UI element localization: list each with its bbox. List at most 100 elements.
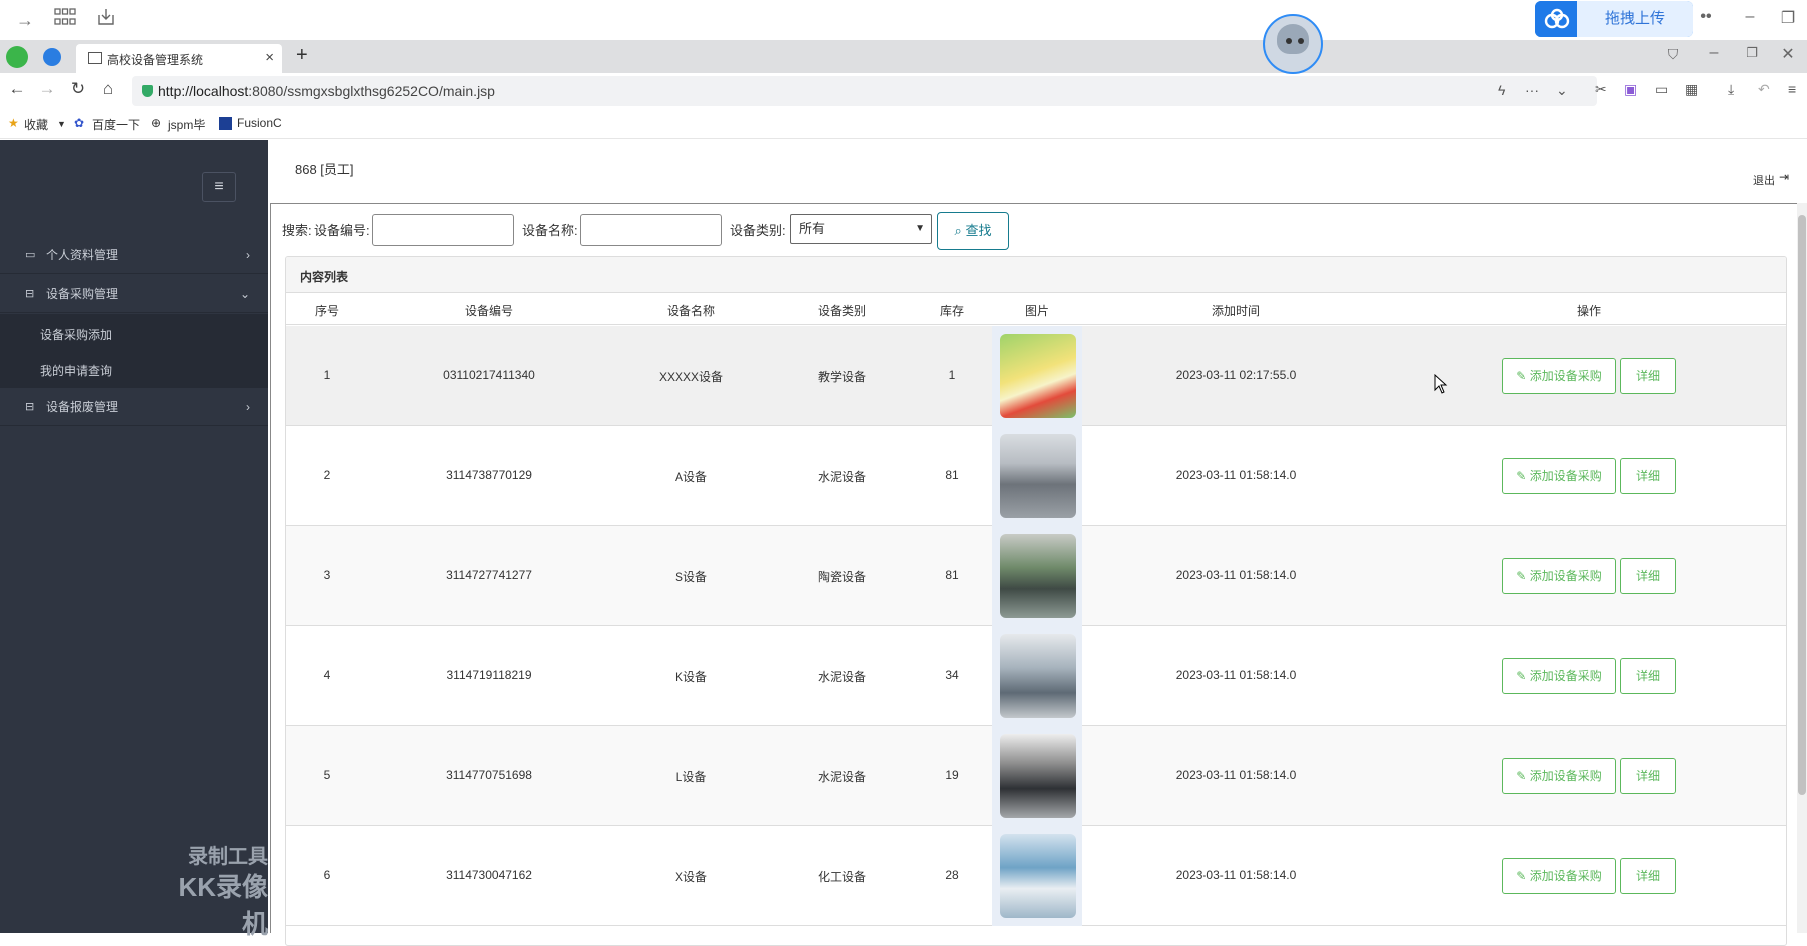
add-purchase-button[interactable]: ✎ 添加设备采购	[1502, 658, 1616, 694]
cell-stock: 19	[945, 768, 959, 782]
secure-shield-icon	[142, 85, 153, 97]
bookmark-baidu[interactable]: 百度一下	[92, 116, 140, 133]
minimize-icon[interactable]: –	[1738, 8, 1762, 26]
device-thumbnail[interactable]	[1000, 734, 1076, 818]
logout-link[interactable]: 退出	[1753, 172, 1775, 188]
cell-name: X设备	[674, 870, 708, 884]
chevron-right-icon: ›	[246, 400, 250, 414]
reader-icon[interactable]: ▭	[1655, 81, 1668, 98]
back-icon[interactable]: ←	[6, 79, 28, 99]
more-icon[interactable]: ···	[1525, 82, 1539, 98]
detail-button[interactable]: 详细	[1620, 658, 1676, 694]
detail-button[interactable]: 详细	[1620, 758, 1676, 794]
caret-down-icon[interactable]: ▼	[57, 119, 66, 129]
translate-icon[interactable]: ▣	[1624, 81, 1637, 98]
cell-image	[992, 426, 1082, 526]
th-time: 添加时间	[1211, 304, 1261, 318]
restore-icon[interactable]: ❐	[1776, 8, 1800, 28]
tab-close-icon[interactable]: ×	[265, 49, 274, 66]
scissors-icon[interactable]: ✂	[1595, 81, 1607, 98]
reload-icon[interactable]: ↻	[67, 79, 89, 99]
device-thumbnail[interactable]	[1000, 834, 1076, 918]
bookmarks-bar: ★ 收藏 ▼ ✿ 百度一下 ⊕ jspm毕 FusionC	[0, 109, 1807, 139]
vertical-scrollbar[interactable]	[1797, 203, 1807, 933]
download-box-icon[interactable]	[93, 8, 119, 32]
recorder-watermark: 录制工具 KK录像机	[155, 840, 268, 941]
th-name: 设备名称	[666, 304, 716, 318]
avatar-eye	[1298, 38, 1304, 44]
browser-logo-icon[interactable]	[6, 46, 28, 68]
edit-icon: ✎	[1516, 569, 1530, 583]
add-purchase-button[interactable]: ✎ 添加设备采购	[1502, 358, 1616, 394]
bookmark-jspm[interactable]: jspm毕	[168, 116, 205, 133]
device-thumbnail[interactable]	[1000, 434, 1076, 518]
table-header: 序号 设备编号 设备名称 设备类别 库存 图片 添加时间 操作	[286, 293, 1786, 325]
scrollbar-thumb[interactable]	[1798, 215, 1806, 795]
chevron-down-icon[interactable]: ⌄	[1556, 82, 1568, 99]
add-purchase-button[interactable]: ✎ 添加设备采购	[1502, 558, 1616, 594]
send-icon[interactable]	[43, 48, 61, 66]
undo-icon[interactable]: ↶	[1758, 81, 1770, 98]
cell-type: 水泥设备	[817, 670, 867, 684]
tab-minimize-icon[interactable]: –	[1702, 44, 1726, 62]
home-icon[interactable]: ⌂	[97, 79, 119, 99]
search-button[interactable]: ⌕ 查找	[937, 212, 1009, 250]
sidebar-item-label: 设备报废管理	[46, 400, 119, 414]
device-code-input[interactable]	[372, 214, 514, 246]
drag-upload-button[interactable]: 拖拽上传	[1535, 1, 1693, 37]
table-row: 3 3114727741277 S设备 陶瓷设备 81 2023-03-11 01:58:…	[286, 526, 1786, 626]
download-icon[interactable]: ⤓	[1728, 81, 1734, 98]
device-name-input[interactable]	[580, 214, 722, 246]
apps-grid-icon[interactable]	[52, 8, 78, 32]
cell-index: 6	[323, 868, 331, 882]
bookmark-favorites[interactable]: 收藏	[24, 116, 48, 133]
device-type-select[interactable]: 所有 ▼	[790, 214, 932, 244]
tab-restore-icon[interactable]: ❐	[1740, 45, 1764, 61]
detail-button[interactable]: 详细	[1620, 458, 1676, 494]
cell-time: 2023-03-11 01:58:14.0	[1175, 768, 1297, 782]
floating-avatar[interactable]	[1263, 14, 1323, 74]
name-label: 设备名称:	[522, 223, 578, 238]
cell-code: 3114738770129	[446, 468, 532, 482]
sidebar-item-scrap[interactable]: ⊟ 设备报废管理 ›	[0, 388, 268, 426]
url-field[interactable]: http://localhost:8080/ssmgxsbglxthsg6252…	[132, 76, 1597, 106]
cell-time: 2023-03-11 01:58:14.0	[1175, 568, 1297, 582]
cell-stock: 1	[948, 368, 956, 382]
sidebar-item-purchase-add[interactable]: 设备采购添加	[40, 326, 112, 343]
menu-icon[interactable]: ≡	[1788, 81, 1796, 97]
device-thumbnail[interactable]	[1000, 334, 1076, 418]
tab-active[interactable]: 高校设备管理系统 ×	[76, 44, 282, 73]
forward-arrow-icon[interactable]: →	[12, 8, 38, 32]
edit-icon: ✎	[1516, 769, 1530, 783]
bookmark-fusion[interactable]: FusionC	[237, 116, 282, 130]
search-prefix-label: 搜索:	[282, 223, 312, 238]
forward-icon[interactable]: →	[36, 79, 58, 99]
inbox-icon: ⊟	[25, 288, 35, 300]
device-thumbnail[interactable]	[1000, 634, 1076, 718]
new-tab-icon[interactable]: +	[296, 44, 308, 67]
main-content: 868 [员工] 退出 ⇥ 搜索: 设备编号: 设备名称: 设备类别: 所有 ▼…	[270, 140, 1807, 946]
type-label: 设备类别:	[730, 223, 786, 238]
add-purchase-button[interactable]: ✎ 添加设备采购	[1502, 758, 1616, 794]
sidebar-item-my-requests[interactable]: 我的申请查询	[40, 362, 112, 379]
detail-button[interactable]: 详细	[1620, 858, 1676, 894]
cell-index: 4	[323, 668, 331, 682]
more-dots-icon[interactable]: ••	[1694, 8, 1718, 26]
lightning-icon[interactable]: ϟ	[1498, 82, 1505, 98]
window-close-icon[interactable]: ✕	[1776, 44, 1800, 64]
device-thumbnail[interactable]	[1000, 534, 1076, 618]
shirt-icon[interactable]: ⛉	[1661, 46, 1685, 63]
add-purchase-button[interactable]: ✎ 添加设备采购	[1502, 458, 1616, 494]
logout-icon[interactable]: ⇥	[1779, 170, 1789, 184]
fusion-logo-icon	[219, 117, 232, 130]
menu-toggle-button[interactable]: ≡	[202, 172, 236, 202]
add-purchase-button[interactable]: ✎ 添加设备采购	[1502, 858, 1616, 894]
page-favicon-icon	[88, 52, 102, 64]
detail-button[interactable]: 详细	[1620, 358, 1676, 394]
detail-button[interactable]: 详细	[1620, 558, 1676, 594]
sidebar-item-profile[interactable]: ▭ 个人资料管理 ›	[0, 236, 268, 274]
add-purchase-label: 添加设备采购	[1529, 669, 1602, 683]
extensions-icon[interactable]: ▦	[1685, 81, 1698, 98]
sidebar-item-purchase[interactable]: ⊟ 设备采购管理 ⌄	[0, 275, 268, 313]
robot-face-icon	[1277, 24, 1309, 54]
